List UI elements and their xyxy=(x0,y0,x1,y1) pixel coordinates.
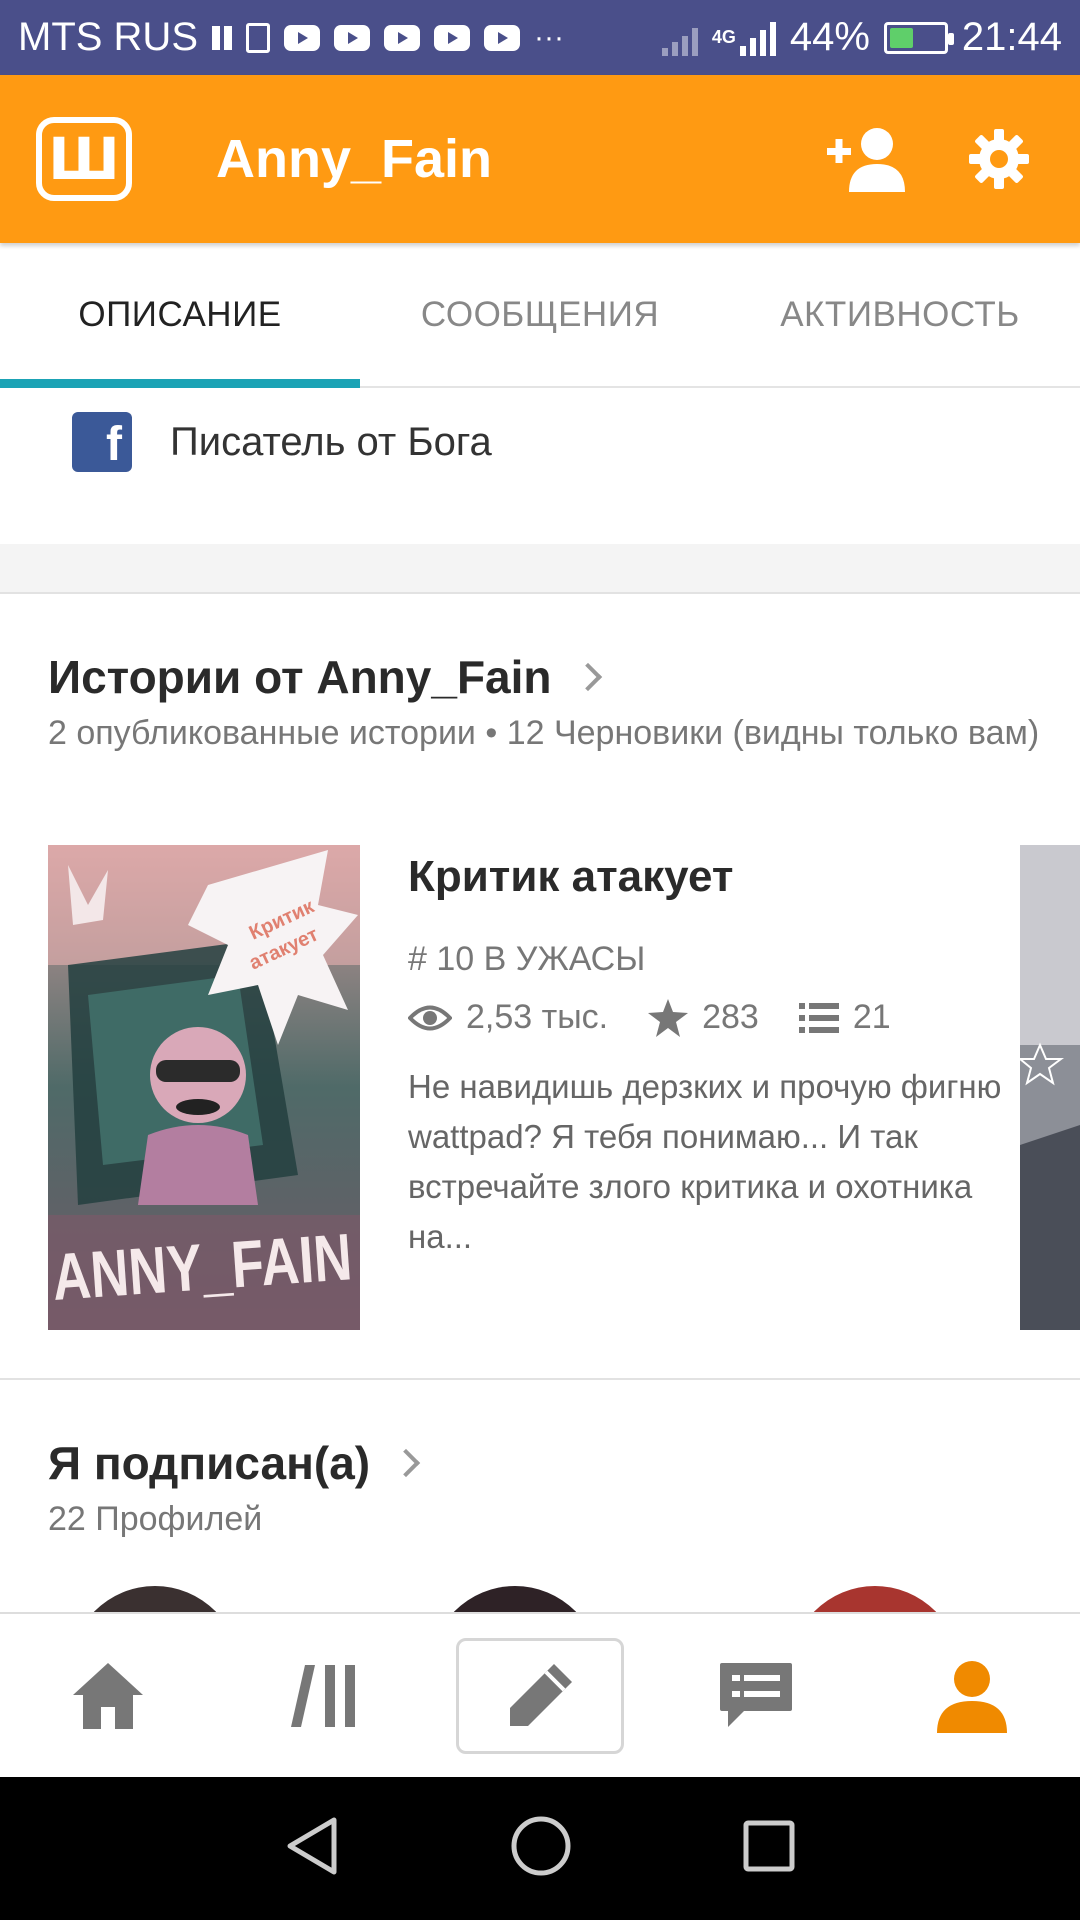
tab-activity[interactable]: АКТИВНОСТЬ xyxy=(720,243,1080,386)
status-bar: MTS RUS ··· 4G 44% 21:44 xyxy=(0,0,1080,75)
divider xyxy=(0,1378,1080,1380)
nav-profile-button[interactable] xyxy=(888,1638,1056,1754)
pencil-icon xyxy=(510,1663,572,1726)
add-user-icon xyxy=(827,128,905,192)
parts-count: 21 xyxy=(852,998,891,1036)
stories-subtitle: 2 опубликованные истории • 12 Черновики … xyxy=(48,714,1040,752)
follow-user-button[interactable] xyxy=(824,114,914,204)
story-stats: 2,53 тыс. 283 21 xyxy=(408,998,931,1037)
recents-button[interactable] xyxy=(742,1819,796,1878)
tab-messages[interactable]: СООБЩЕНИЯ xyxy=(360,243,720,386)
youtube-icon xyxy=(434,24,470,51)
back-triangle-icon xyxy=(287,1817,337,1875)
list-icon xyxy=(798,1002,839,1033)
youtube-icon xyxy=(384,24,420,51)
facebook-icon[interactable]: f xyxy=(72,412,132,472)
following-title: Я подписан(а) xyxy=(48,1437,371,1489)
logo-letter: Ш xyxy=(48,125,120,193)
story-description: Не навидишь дерзких и прочую фигню wattp… xyxy=(408,1068,1002,1255)
upload-icon xyxy=(246,22,270,53)
next-story-cover-peek[interactable] xyxy=(1020,845,1080,1330)
avatar[interactable] xyxy=(430,1586,600,1612)
home-circle-icon xyxy=(511,1816,571,1876)
parts-stat: 21 xyxy=(798,998,891,1037)
section-separator xyxy=(0,544,1080,594)
youtube-icon xyxy=(484,24,520,51)
more-dots-icon: ··· xyxy=(534,20,564,54)
signal-icon xyxy=(739,20,776,56)
eye-icon xyxy=(408,1005,452,1030)
nav-messages-button[interactable] xyxy=(672,1638,840,1754)
chevron-right-icon xyxy=(573,662,602,692)
nav-write-button[interactable] xyxy=(456,1637,624,1754)
battery-percent: 44% xyxy=(789,15,870,59)
library-icon xyxy=(291,1664,355,1727)
profile-username: Anny_Fain xyxy=(216,129,493,189)
recents-square-icon xyxy=(743,1820,795,1872)
star-icon xyxy=(648,998,689,1037)
avatar[interactable] xyxy=(70,1586,240,1612)
avatar[interactable] xyxy=(790,1586,960,1612)
settings-button[interactable] xyxy=(954,114,1044,204)
youtube-icon xyxy=(284,24,320,51)
nav-library-button[interactable] xyxy=(240,1638,408,1754)
system-navigation-bar xyxy=(0,1777,1080,1920)
network-type-label: 4G xyxy=(711,27,736,47)
description-text: Писатель от Бога xyxy=(170,419,492,464)
views-count: 2,53 тыс. xyxy=(466,998,609,1036)
signal-sim1-icon xyxy=(661,20,698,56)
chevron-right-icon xyxy=(391,1448,421,1478)
following-avatars xyxy=(0,1586,1080,1612)
story-cover-image: Критик атакует ANNY_FAIN xyxy=(48,845,360,1330)
story-cover-image xyxy=(1020,845,1080,1330)
back-button[interactable] xyxy=(284,1816,340,1881)
following-header[interactable]: Я подписан(а) xyxy=(48,1436,421,1490)
profile-icon xyxy=(937,1660,1007,1733)
following-subtitle: 22 Профилей xyxy=(48,1500,263,1538)
youtube-icon xyxy=(334,24,370,51)
profile-tabs: ОПИСАНИЕ СООБЩЕНИЯ АКТИВНОСТЬ xyxy=(0,243,1080,388)
story-cover[interactable]: Критик атакует ANNY_FAIN xyxy=(48,845,360,1330)
story-rank: # 10 В УЖАСЫ xyxy=(408,940,646,978)
profile-description: f Писатель от Бога xyxy=(72,412,492,472)
carrier-label: MTS RUS xyxy=(18,15,198,59)
views-stat: 2,53 тыс. xyxy=(408,998,608,1037)
clock: 21:44 xyxy=(961,15,1062,59)
bottom-navigation xyxy=(0,1612,1080,1777)
story-title[interactable]: Критик атакует xyxy=(408,852,733,902)
pause-icon xyxy=(212,25,232,50)
home-icon xyxy=(73,1662,143,1729)
battery-icon xyxy=(883,21,954,54)
gear-icon xyxy=(969,129,1029,189)
stories-title: Истории от Anny_Fain xyxy=(48,651,552,703)
stories-header[interactable]: Истории от Anny_Fain xyxy=(48,650,602,704)
nav-home-button[interactable] xyxy=(24,1638,192,1754)
tab-description[interactable]: ОПИСАНИЕ xyxy=(0,243,360,388)
votes-count: 283 xyxy=(702,998,759,1036)
votes-stat: 283 xyxy=(648,998,759,1037)
wattpad-logo-icon[interactable]: Ш xyxy=(36,117,132,201)
messages-icon xyxy=(720,1662,792,1727)
home-system-button[interactable] xyxy=(510,1815,572,1882)
app-bar: Ш Anny_Fain xyxy=(0,75,1080,243)
